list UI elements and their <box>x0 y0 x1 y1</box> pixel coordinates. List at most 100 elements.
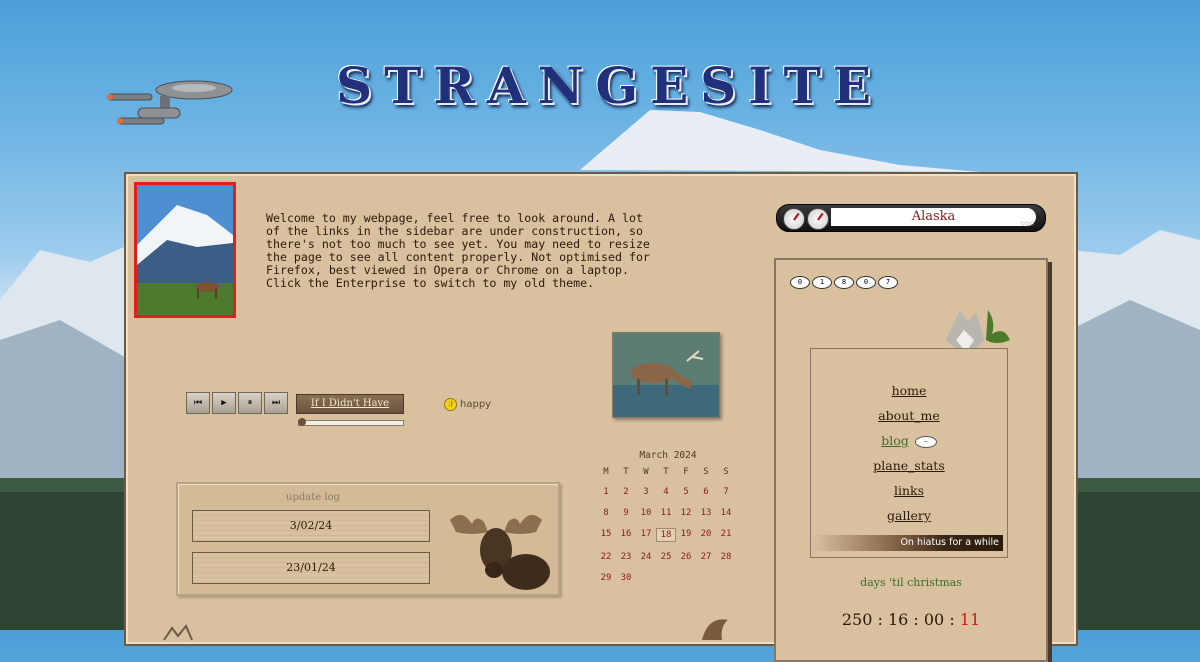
calendar-day[interactable]: 10 <box>636 507 656 519</box>
counter-digit: 7 <box>878 276 898 289</box>
nav-item-label: blog <box>881 433 909 448</box>
calendar-day[interactable]: 30 <box>616 572 636 584</box>
music-player: ⏮ ▶ ⏸ ⏭ <box>186 392 288 414</box>
calendar-day[interactable]: 19 <box>676 528 696 540</box>
calendar-day[interactable]: 23 <box>616 551 636 563</box>
calendar-day[interactable]: 6 <box>696 486 716 498</box>
track-title[interactable]: If I Didn't Have <box>296 394 404 414</box>
seek-knob[interactable] <box>298 418 306 426</box>
nav-item-label: plane_stats <box>873 458 945 473</box>
calendar-day[interactable]: 27 <box>696 551 716 563</box>
calendar-day[interactable]: 17 <box>636 528 656 540</box>
welcome-text: Welcome to my webpage, feel free to look… <box>266 211 650 290</box>
nav-item-links[interactable]: links <box>811 483 1007 498</box>
nav-item-label: links <box>893 483 925 498</box>
calendar-day <box>696 572 716 584</box>
calendar-day[interactable]: 20 <box>696 528 716 540</box>
update-log: update log 3/02/24 23/01/24 <box>176 482 560 596</box>
calendar-day[interactable]: 18 <box>656 528 676 542</box>
next-button[interactable]: ⏭ <box>264 392 288 414</box>
calendar-day[interactable]: 28 <box>716 551 736 563</box>
location-label: Alaska <box>831 208 1036 226</box>
sidebar: 01807 On hiatus for a while home about_me… <box>774 258 1048 662</box>
calendar-day[interactable]: 25 <box>656 551 676 563</box>
calendar-day <box>656 572 676 584</box>
nav-item-label: gallery <box>887 508 931 523</box>
moose-image <box>450 514 550 590</box>
sidebar-nav: On hiatus for a while home about_meblog ~ p… <box>810 348 1008 558</box>
calendar-day <box>716 572 736 584</box>
calendar-weekday: M <box>603 467 609 477</box>
christmas-countdown: 250 : 16 : 00 : 11 <box>841 610 981 629</box>
visitor-counter: 01807 <box>790 276 898 289</box>
calendar-day[interactable]: 26 <box>676 551 696 563</box>
smiley-icon: :) <box>444 398 457 411</box>
deer-drinking-image <box>612 332 720 418</box>
calendar-day[interactable]: 8 <box>596 507 616 519</box>
nav-item-label: home <box>891 383 927 398</box>
calendar-day[interactable]: 22 <box>596 551 616 563</box>
nav-item-gallery[interactable]: gallery <box>811 508 1007 523</box>
counter-digit: 8 <box>834 276 854 289</box>
calendar-title: March 2024 <box>639 450 697 461</box>
update-log-entry[interactable]: 3/02/24 <box>192 510 430 542</box>
update-log-title: update log <box>286 492 340 503</box>
seek-bar[interactable] <box>298 418 404 426</box>
clock-dots: ○○○ <box>1021 220 1035 227</box>
pause-button[interactable]: ⏸ <box>238 392 262 414</box>
calendar-day[interactable]: 24 <box>636 551 656 563</box>
counter-digit: 0 <box>790 276 810 289</box>
countdown-seconds: 11 <box>959 610 981 629</box>
calendar-day[interactable]: 13 <box>696 507 716 519</box>
calendar-day[interactable]: 29 <box>596 572 616 584</box>
clock-gauge-icon <box>783 208 805 230</box>
calendar-day <box>636 572 656 584</box>
nav-item-about-me[interactable]: about_me <box>811 408 1007 423</box>
bird-decoration <box>702 619 728 640</box>
location-clock: Alaska ○○○ <box>776 204 1046 232</box>
calendar-weekday: F <box>683 467 689 477</box>
nav-item-blog[interactable]: blog ~ <box>811 433 1007 448</box>
mood-indicator: :) happy <box>444 398 491 411</box>
clock-gauge-icon <box>807 208 829 230</box>
hiatus-banner: On hiatus for a while <box>813 535 1003 551</box>
nav-item-plane-stats[interactable]: plane_stats <box>811 458 1007 473</box>
calendar-day[interactable]: 1 <box>596 486 616 498</box>
enterprise-theme-toggle[interactable] <box>104 74 234 132</box>
previous-button[interactable]: ⏮ <box>186 392 210 414</box>
calendar-day[interactable]: 21 <box>716 528 736 540</box>
calendar-weekday: T <box>663 467 669 477</box>
calendar-day[interactable]: 4 <box>656 486 676 498</box>
calendar-day[interactable]: 16 <box>616 528 636 540</box>
speech-bubble-icon: ~ <box>914 435 937 448</box>
site-logo: STRANGESITE <box>336 56 883 115</box>
calendar-day[interactable]: 2 <box>616 486 636 498</box>
calendar-weekday: S <box>703 467 709 477</box>
calendar-day[interactable]: 14 <box>716 507 736 519</box>
update-log-entry[interactable]: 23/01/24 <box>192 552 430 584</box>
calendar-day[interactable]: 7 <box>716 486 736 498</box>
countdown-days: 250 <box>841 610 873 629</box>
christmas-countdown-title: days 'til christmas <box>860 576 962 589</box>
content-panel: Welcome to my webpage, feel free to look… <box>124 172 1078 662</box>
calendar-weekday: S <box>723 467 729 477</box>
nav-item-home[interactable]: home <box>811 383 1007 398</box>
calendar-day[interactable]: 3 <box>636 486 656 498</box>
calendar-day <box>676 572 696 584</box>
calendar-day[interactable]: 5 <box>676 486 696 498</box>
calendar-weekday: W <box>643 467 649 477</box>
nav-item-label: about_me <box>878 408 940 423</box>
counter-digit: 0 <box>856 276 876 289</box>
calendar-weekday: T <box>623 467 629 477</box>
calendar-day[interactable]: 15 <box>596 528 616 540</box>
mood-label: happy <box>460 399 492 410</box>
calendar: March 2024 M T W T F S S 1 2 3 4 5 6 7 8 9 10 11 12 13 14 15 1… <box>596 450 740 584</box>
calendar-day[interactable]: 9 <box>616 507 636 519</box>
calendar-day[interactable]: 12 <box>676 507 696 519</box>
countdown-hours: 16 <box>887 610 909 629</box>
play-button[interactable]: ▶ <box>212 392 236 414</box>
countdown-minutes: 00 <box>923 610 945 629</box>
calendar-day[interactable]: 11 <box>656 507 676 519</box>
counter-digit: 1 <box>812 276 832 289</box>
profile-photo <box>134 182 236 318</box>
